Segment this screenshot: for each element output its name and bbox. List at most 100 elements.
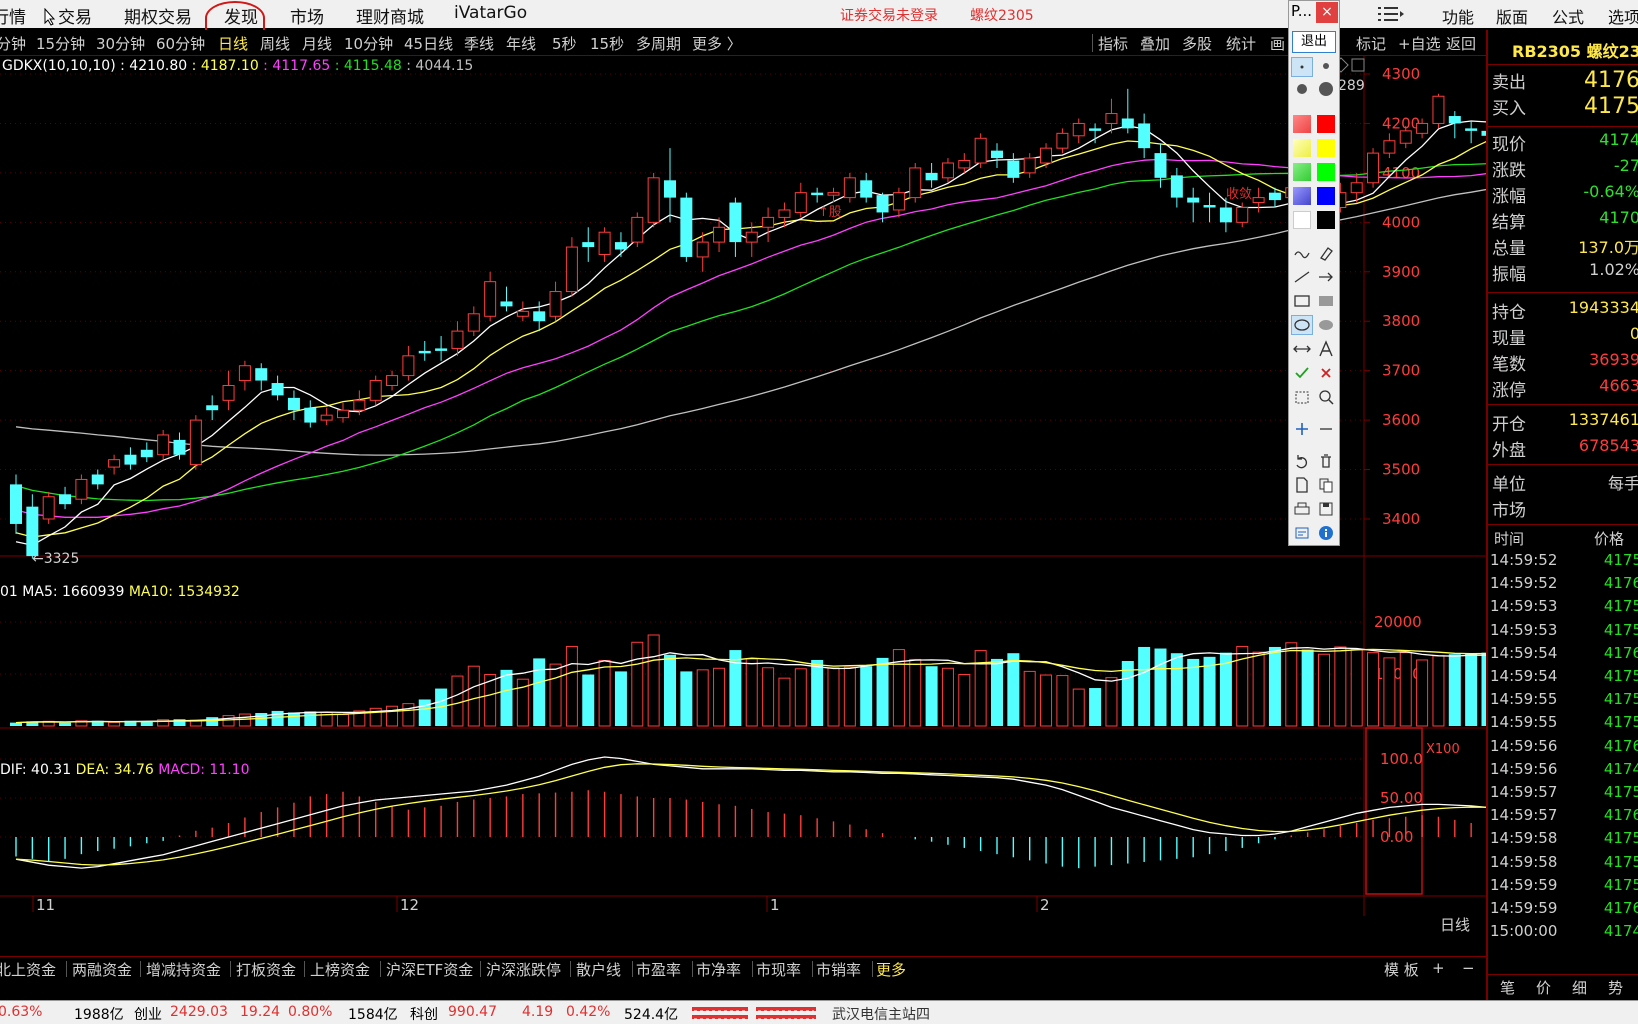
candle-body[interactable] xyxy=(778,209,791,218)
select-region-icon[interactable] xyxy=(1291,387,1313,407)
arrow-line-icon[interactable] xyxy=(1315,267,1337,287)
tab-trend[interactable]: 势 xyxy=(1608,977,1623,998)
candle-body[interactable] xyxy=(680,197,693,257)
candle-body[interactable] xyxy=(827,192,840,196)
candle-body[interactable] xyxy=(762,216,775,228)
fund-tab-limit-stats[interactable]: 沪深涨跌停 xyxy=(486,959,561,980)
kline-chart-area[interactable]: 4300 4200 4100 4000 3900 3800 3700 3600 3500 3400… xyxy=(0,56,1494,938)
candle-body[interactable] xyxy=(1154,153,1167,178)
candle-body[interactable] xyxy=(42,496,55,520)
template-button[interactable]: 模 板 xyxy=(1384,959,1419,980)
menu-right-function[interactable]: 功能 xyxy=(1442,4,1474,28)
candle-body[interactable] xyxy=(745,231,758,243)
color-swatch-yellow[interactable] xyxy=(1317,139,1335,157)
status-kc-label[interactable]: 科创 xyxy=(410,1004,438,1024)
drawing-tool-palette[interactable]: P... × 退出 xyxy=(1288,0,1340,546)
check-icon[interactable] xyxy=(1291,363,1313,383)
menu-item-options-trade[interactable]: 期权交易 xyxy=(124,3,192,28)
menu-item-wealth-mall[interactable]: 理财商城 xyxy=(356,3,424,28)
text-icon[interactable] xyxy=(1315,339,1337,359)
candle-body[interactable] xyxy=(1416,122,1429,134)
rectangle-icon[interactable] xyxy=(1291,291,1313,311)
menu-item-ivatargo[interactable]: iVatarGo xyxy=(454,3,527,23)
candle-body[interactable] xyxy=(238,365,251,382)
period-45day[interactable]: 45日线 xyxy=(404,33,453,54)
fund-tab-ps[interactable]: 市销率 xyxy=(816,959,861,980)
color-swatch-black[interactable] xyxy=(1317,211,1335,229)
fund-tab-pcf[interactable]: 市现率 xyxy=(756,959,801,980)
plus-icon[interactable] xyxy=(1291,419,1313,439)
line-icon[interactable] xyxy=(1291,267,1313,287)
period-more[interactable]: 更多 〉 xyxy=(692,33,742,54)
menu-item-quotes[interactable]: 行情 xyxy=(0,3,26,28)
candle-body[interactable] xyxy=(1465,128,1478,131)
candle-body[interactable] xyxy=(647,177,660,223)
candle-body[interactable] xyxy=(1268,192,1281,201)
login-notice[interactable]: 证券交易未登录 xyxy=(840,5,938,25)
candle-body[interactable] xyxy=(1056,132,1069,149)
large-dot-icon[interactable] xyxy=(1291,79,1313,99)
candle-body[interactable] xyxy=(974,137,987,164)
color-swatch-white[interactable] xyxy=(1293,211,1311,229)
candle-body[interactable] xyxy=(1040,147,1053,164)
candle-body[interactable] xyxy=(843,177,856,199)
candle-body[interactable] xyxy=(1399,130,1412,144)
candle-body[interactable] xyxy=(1023,157,1036,174)
period-monthly[interactable]: 月线 xyxy=(302,33,332,54)
info-icon[interactable] xyxy=(1315,523,1337,543)
candle-body[interactable] xyxy=(173,439,186,455)
fund-tab-etf[interactable]: 沪深ETF资金 xyxy=(386,959,473,980)
candle-body[interactable] xyxy=(91,474,104,485)
menu-item-trade[interactable]: 交易 xyxy=(58,3,92,28)
cross-icon[interactable] xyxy=(1315,363,1337,383)
kline-chart[interactable]: 4300 4200 4100 4000 3900 3800 3700 3600 3500 3400… xyxy=(0,56,1494,938)
candle-body[interactable] xyxy=(549,291,562,317)
candle-body[interactable] xyxy=(271,383,284,396)
candle-body[interactable] xyxy=(337,409,349,419)
fund-tab-list-fund[interactable]: 上榜资金 xyxy=(310,959,370,980)
candle-body[interactable] xyxy=(533,311,546,322)
candle-body[interactable] xyxy=(189,419,202,466)
candle-body[interactable] xyxy=(59,494,72,505)
palette-close-button[interactable]: × xyxy=(1316,2,1338,23)
xlarge-dot-icon[interactable] xyxy=(1315,79,1337,99)
period-60min[interactable]: 60分钟 xyxy=(156,33,205,54)
candle-body[interactable] xyxy=(794,192,807,213)
candle-body[interactable] xyxy=(876,195,889,213)
fund-tab-holding-change[interactable]: 增减持资金 xyxy=(146,959,221,980)
candle-body[interactable] xyxy=(909,167,922,199)
period-10min[interactable]: 10分钟 xyxy=(344,33,393,54)
candle-body[interactable] xyxy=(631,216,644,243)
color-swatch-light-green[interactable] xyxy=(1293,163,1311,181)
measure-icon[interactable] xyxy=(1291,339,1313,359)
candle-body[interactable] xyxy=(565,246,578,293)
fund-tab-pe[interactable]: 市盈率 xyxy=(636,959,681,980)
candle-body[interactable] xyxy=(1121,118,1134,129)
candle-body[interactable] xyxy=(255,368,268,381)
fund-tab-more[interactable]: 更多 xyxy=(876,959,906,980)
color-swatch-light-red[interactable] xyxy=(1293,115,1311,133)
trash-icon[interactable] xyxy=(1315,451,1337,471)
candle-body[interactable] xyxy=(304,407,317,423)
candle-body[interactable] xyxy=(1448,116,1461,124)
candle-body[interactable] xyxy=(1203,205,1216,208)
toolbar-draw[interactable]: 画 xyxy=(1270,33,1285,54)
period-15min[interactable]: 15分钟 xyxy=(36,33,85,54)
period-daily[interactable]: 日线 xyxy=(218,33,248,54)
candle-body[interactable] xyxy=(696,241,709,258)
fund-tab-northbound[interactable]: 北上资金 xyxy=(0,959,56,980)
candle-body[interactable] xyxy=(1105,113,1118,124)
status-server[interactable]: 武汉电信主站四 xyxy=(832,1004,930,1024)
menu-right-options[interactable]: 选项 xyxy=(1608,4,1638,28)
candle-body[interactable] xyxy=(369,380,382,401)
tab-trades[interactable]: 笔 xyxy=(1500,977,1515,998)
toolbar-overlay[interactable]: 叠加 xyxy=(1140,33,1170,54)
palette-exit-button[interactable]: 退出 xyxy=(1292,31,1336,53)
candle-body[interactable] xyxy=(925,172,938,181)
candle-body[interactable] xyxy=(1089,128,1102,131)
candle-body[interactable] xyxy=(402,355,415,377)
candle-body[interactable] xyxy=(1252,197,1265,204)
fund-tab-retail-line[interactable]: 散户线 xyxy=(576,959,621,980)
candle-body[interactable] xyxy=(729,202,742,243)
candle-body[interactable] xyxy=(582,242,595,248)
